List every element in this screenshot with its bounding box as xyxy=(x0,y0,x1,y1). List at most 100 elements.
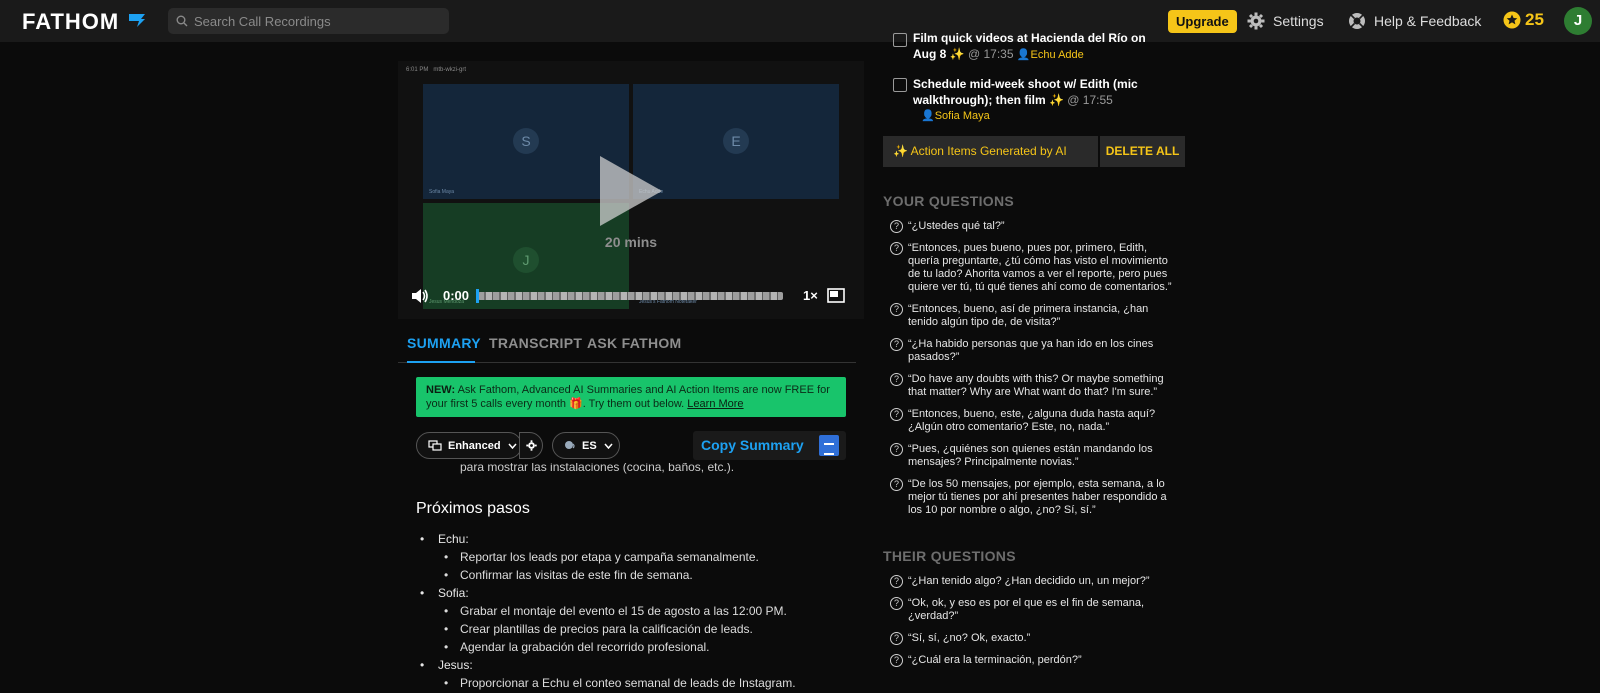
chevron-down-icon xyxy=(508,443,517,449)
list-item: Echu: Reportar los leads por etapa y cam… xyxy=(416,530,856,584)
right-panel: Film quick videos at Hacienda del Río on… xyxy=(880,31,1200,693)
question-icon: ? xyxy=(890,373,903,386)
user-avatar[interactable]: J xyxy=(1564,7,1592,35)
banner-text: Ask Fathom, Advanced AI Summaries and AI… xyxy=(426,384,830,410)
volume-icon[interactable] xyxy=(411,288,429,304)
credits-count: 25 xyxy=(1525,10,1544,29)
google-docs-icon[interactable] xyxy=(819,435,839,456)
question-item[interactable]: ? “¿Cuál era la terminación, perdón?” xyxy=(890,654,1180,667)
gear-icon xyxy=(1247,12,1265,30)
question-item[interactable]: ? “Pues, ¿quiénes son quienes están manda… xyxy=(890,443,1180,469)
summary-mode-label: Enhanced xyxy=(448,439,501,452)
action-item-checkbox[interactable] xyxy=(893,33,907,47)
ai-generated-label: ✨ Action Items Generated by AI xyxy=(883,136,1098,167)
participant-avatar: J xyxy=(513,247,539,273)
settings-label: Settings xyxy=(1273,13,1324,29)
next-steps-heading: Próximos pasos xyxy=(416,500,530,517)
question-icon: ? xyxy=(890,443,903,456)
gear-icon xyxy=(525,440,537,451)
your-questions-title: YOUR QUESTIONS xyxy=(883,193,1014,209)
list-item: Grabar el montaje del evento el 15 de ag… xyxy=(438,602,856,620)
tab-summary[interactable]: SUMMARY xyxy=(407,335,481,351)
participant-name: Sofia Maya xyxy=(429,189,455,195)
help-feedback-label: Help & Feedback xyxy=(1374,13,1482,29)
summary-mode-dropdown[interactable]: Enhanced xyxy=(416,432,522,459)
question-icon: ? xyxy=(890,478,903,491)
your-questions-list: ? “¿Ustedes qué tal?” ? “Entonces, pues bu… xyxy=(890,220,1180,526)
copy-summary-button[interactable]: Copy Summary xyxy=(701,437,804,453)
question-item[interactable]: ? “De los 50 mensajes, por ejemplo, esta … xyxy=(890,478,1180,517)
credits-counter[interactable]: 25 xyxy=(1503,10,1544,30)
settings-link[interactable]: Settings xyxy=(1247,12,1324,30)
question-icon: ? xyxy=(890,303,903,316)
question-icon: ? xyxy=(890,597,903,610)
delete-all-button[interactable]: DELETE ALL xyxy=(1100,136,1185,167)
next-steps-list: Echu: Reportar los leads por etapa y cam… xyxy=(416,530,856,692)
search-bar[interactable] xyxy=(168,8,449,34)
current-time: 0:00 xyxy=(443,288,470,303)
tab-ask-fathom[interactable]: ASK FATHOM xyxy=(587,335,682,351)
chat-bubbles-icon xyxy=(428,440,442,451)
action-item-checkbox[interactable] xyxy=(893,78,907,92)
their-questions-list: ? “¿Han tenido algo? ¿Han decidido un, un… xyxy=(890,575,1180,676)
question-item[interactable]: ? “Entonces, bueno, así de primera instan… xyxy=(890,303,1180,329)
lifebuoy-icon xyxy=(1349,13,1365,29)
question-item[interactable]: ? “Sí, sí, ¿no? Ok, exacto.” xyxy=(890,632,1180,645)
list-item: Proporcionar a Echu el conteo semanal de… xyxy=(438,674,856,692)
participant-avatar: E xyxy=(723,128,749,154)
video-player[interactable]: 6:01 PM mtb-wkzi-grt S Sofia Maya E Echu… xyxy=(398,61,864,319)
active-tab-indicator xyxy=(407,361,475,363)
picture-in-picture-icon[interactable] xyxy=(827,288,845,303)
question-icon: ? xyxy=(890,654,903,667)
copy-summary-group: Copy Summary xyxy=(693,431,846,460)
list-item: Sofia: Grabar el montaje del evento el 1… xyxy=(416,584,856,656)
promo-banner: NEW: Ask Fathom, Advanced AI Summaries a… xyxy=(416,377,846,417)
language-dropdown[interactable]: ES xyxy=(552,432,620,459)
video-meta: 6:01 PM mtb-wkzi-grt xyxy=(406,67,467,73)
question-icon: ? xyxy=(890,408,903,421)
list-item: Confirmar las visitas de este fin de sem… xyxy=(438,566,856,584)
question-icon: ? xyxy=(890,575,903,588)
speaking-head-icon xyxy=(565,440,575,449)
question-item[interactable]: ? “Ok, ok, y eso es por el que es el fin … xyxy=(890,597,1180,623)
playback-speed[interactable]: 1× xyxy=(803,288,818,303)
summary-settings-button[interactable] xyxy=(519,432,543,459)
question-icon: ? xyxy=(890,338,903,351)
video-controls: 0:00 1× xyxy=(398,285,864,307)
learn-more-link[interactable]: Learn More xyxy=(687,398,743,410)
question-item[interactable]: ? “¿Ustedes qué tal?” xyxy=(890,220,1180,233)
top-bar: FATHOM Upgrade Settings Help & Feedback … xyxy=(0,0,1600,42)
question-item[interactable]: ? “¿Ha habido personas que ya han ido en … xyxy=(890,338,1180,364)
summary-content: para mostrar las instalaciones (cocina, … xyxy=(398,463,864,693)
language-label: ES xyxy=(582,439,597,452)
participant-tile: S Sofia Maya xyxy=(423,84,629,199)
progress-bar[interactable] xyxy=(476,289,783,303)
tab-transcript[interactable]: TRANSCRIPT xyxy=(489,335,582,351)
question-item[interactable]: ? “¿Han tenido algo? ¿Han decidido un, un… xyxy=(890,575,1180,588)
participant-tile: E Echu Adde xyxy=(633,84,839,199)
question-icon: ? xyxy=(890,242,903,255)
action-item: Film quick videos at Hacienda del Río on… xyxy=(893,30,1163,63)
list-item: Agendar la grabación del recorrido profe… xyxy=(438,638,856,656)
list-item: Jesus: Proporcionar a Echu el conteo sem… xyxy=(416,656,856,692)
list-item: Crear plantillas de precios para la cali… xyxy=(438,620,856,638)
star-coin-icon xyxy=(1503,11,1521,29)
question-item[interactable]: ? “Entonces, pues bueno, pues por, primer… xyxy=(890,242,1180,294)
upgrade-button[interactable]: Upgrade xyxy=(1168,10,1237,33)
summary-cut-line: para mostrar las instalaciones (cocina, … xyxy=(460,463,735,474)
search-icon xyxy=(176,15,188,27)
progress-knob[interactable] xyxy=(476,289,479,303)
chevron-down-icon xyxy=(604,443,613,449)
fathom-logo[interactable]: FATHOM xyxy=(22,9,119,35)
search-input[interactable] xyxy=(194,8,444,34)
question-icon: ? xyxy=(890,632,903,645)
video-duration: 20 mins xyxy=(604,234,658,250)
banner-prefix: NEW: xyxy=(426,384,456,396)
play-icon[interactable] xyxy=(600,156,662,226)
their-questions-title: THEIR QUESTIONS xyxy=(883,548,1016,564)
question-item[interactable]: ? “Do have any doubts with this? Or maybe… xyxy=(890,373,1180,399)
help-feedback-link[interactable]: Help & Feedback xyxy=(1348,12,1481,30)
participant-avatar: S xyxy=(513,128,539,154)
question-item[interactable]: ? “Entonces, bueno, este, ¿alguna duda ha… xyxy=(890,408,1180,434)
fathom-logo-icon xyxy=(129,14,145,27)
